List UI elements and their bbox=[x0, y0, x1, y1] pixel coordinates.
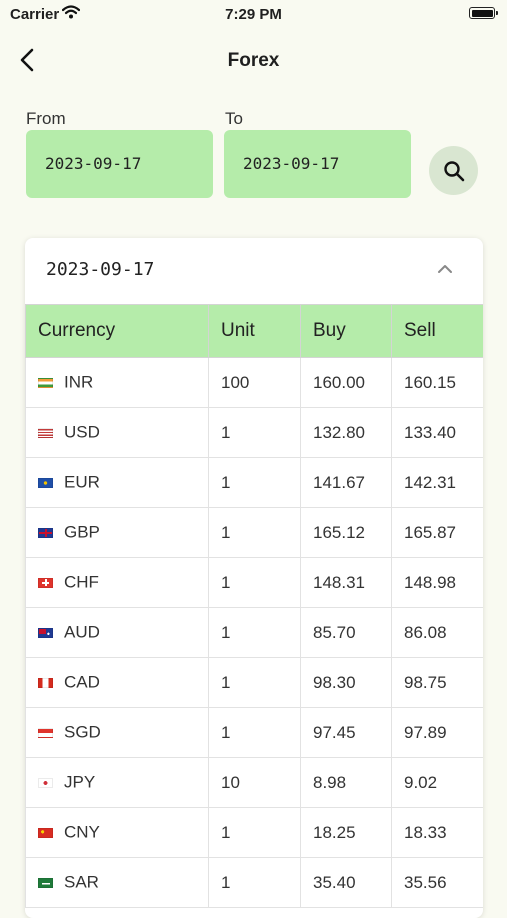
currency-code: SGD bbox=[64, 722, 101, 742]
currency-code: SAR bbox=[64, 872, 99, 892]
table-row: CAD 1 98.30 98.75 bbox=[25, 657, 483, 708]
sell-cell: 148.98 bbox=[391, 557, 483, 608]
rates-table: Currency Unit Buy Sell INR 100 160.00 160.1… bbox=[25, 304, 483, 908]
usa-flag-icon bbox=[38, 427, 53, 438]
buy-cell: 148.31 bbox=[300, 557, 392, 608]
unit-cell: 10 bbox=[208, 757, 301, 808]
sell-cell: 86.08 bbox=[391, 607, 483, 658]
sell-cell: 35.56 bbox=[391, 857, 483, 908]
table-row: INR 100 160.00 160.15 bbox=[25, 357, 483, 408]
buy-cell: 8.98 bbox=[300, 757, 392, 808]
buy-cell: 141.67 bbox=[300, 457, 392, 508]
battery-icon bbox=[469, 7, 498, 19]
uk-flag-icon bbox=[38, 527, 53, 538]
sell-cell: 98.75 bbox=[391, 657, 483, 708]
collapse-button[interactable] bbox=[437, 262, 453, 280]
sell-cell: 133.40 bbox=[391, 407, 483, 458]
to-label: To bbox=[225, 109, 243, 128]
card-header[interactable]: 2023-09-17 bbox=[25, 238, 483, 304]
australia-flag-icon bbox=[38, 627, 53, 638]
header-currency: Currency bbox=[25, 304, 209, 358]
buy-cell: 160.00 bbox=[300, 357, 392, 408]
header-unit: Unit bbox=[208, 304, 301, 358]
buy-cell: 165.12 bbox=[300, 507, 392, 558]
sell-cell: 9.02 bbox=[391, 757, 483, 808]
status-bar: Carrier 7:29 PM bbox=[0, 0, 507, 30]
currency-cell: INR bbox=[25, 357, 209, 408]
from-date-field[interactable]: 2023-09-17 bbox=[26, 130, 213, 198]
currency-cell: CAD bbox=[25, 657, 209, 708]
table-row: CNY 1 18.25 18.33 bbox=[25, 807, 483, 858]
currency-code: EUR bbox=[64, 472, 100, 492]
buy-cell: 98.30 bbox=[300, 657, 392, 708]
currency-code: CAD bbox=[64, 672, 100, 692]
currency-code: AUD bbox=[64, 622, 100, 642]
from-label: From bbox=[26, 109, 66, 128]
header-sell: Sell bbox=[391, 304, 483, 358]
canada-flag-icon bbox=[38, 677, 53, 688]
page-title: Forex bbox=[227, 50, 280, 71]
clock: 7:29 PM bbox=[225, 6, 282, 23]
japan-flag-icon bbox=[38, 777, 53, 788]
china-flag-icon bbox=[38, 827, 53, 838]
sell-cell: 18.33 bbox=[391, 807, 483, 858]
sell-cell: 142.31 bbox=[391, 457, 483, 508]
currency-cell: EUR bbox=[25, 457, 209, 508]
unit-cell: 1 bbox=[208, 457, 301, 508]
singapore-flag-icon bbox=[38, 727, 53, 738]
table-header-row: Currency Unit Buy Sell bbox=[25, 304, 483, 358]
table-row: JPY 10 8.98 9.02 bbox=[25, 757, 483, 808]
currency-code: USD bbox=[64, 422, 100, 442]
header-buy: Buy bbox=[300, 304, 392, 358]
sell-cell: 165.87 bbox=[391, 507, 483, 558]
switzerland-flag-icon bbox=[38, 577, 53, 588]
currency-code: JPY bbox=[64, 772, 96, 792]
currency-cell: GBP bbox=[25, 507, 209, 558]
unit-cell: 1 bbox=[208, 707, 301, 758]
currency-cell: SGD bbox=[25, 707, 209, 758]
search-button[interactable] bbox=[429, 146, 478, 195]
currency-cell: CNY bbox=[25, 807, 209, 858]
saudi-flag-icon bbox=[38, 877, 53, 888]
unit-cell: 100 bbox=[208, 357, 301, 408]
table-row: CHF 1 148.31 148.98 bbox=[25, 557, 483, 608]
currency-code: CHF bbox=[64, 572, 99, 592]
unit-cell: 1 bbox=[208, 857, 301, 908]
currency-cell: SAR bbox=[25, 857, 209, 908]
currency-cell: CHF bbox=[25, 557, 209, 608]
eu-flag-icon bbox=[38, 477, 53, 488]
to-date-field[interactable]: 2023-09-17 bbox=[224, 130, 411, 198]
currency-cell: AUD bbox=[25, 607, 209, 658]
rates-card: 2023-09-17 Currency Unit Buy Sell INR 100… bbox=[25, 238, 483, 918]
table-row: SGD 1 97.45 97.89 bbox=[25, 707, 483, 758]
currency-code: GBP bbox=[64, 522, 100, 542]
unit-cell: 1 bbox=[208, 807, 301, 858]
buy-cell: 132.80 bbox=[300, 407, 392, 458]
table-row: GBP 1 165.12 165.87 bbox=[25, 507, 483, 558]
unit-cell: 1 bbox=[208, 557, 301, 608]
sell-cell: 97.89 bbox=[391, 707, 483, 758]
india-flag-icon bbox=[38, 377, 53, 388]
nav-bar: Forex bbox=[0, 38, 507, 82]
table-row: SAR 1 35.40 35.56 bbox=[25, 857, 483, 908]
table-row: AUD 1 85.70 86.08 bbox=[25, 607, 483, 658]
currency-cell: JPY bbox=[25, 757, 209, 808]
unit-cell: 1 bbox=[208, 607, 301, 658]
table-row: USD 1 132.80 133.40 bbox=[25, 407, 483, 458]
sell-cell: 160.15 bbox=[391, 357, 483, 408]
currency-code: INR bbox=[64, 372, 94, 392]
buy-cell: 35.40 bbox=[300, 857, 392, 908]
unit-cell: 1 bbox=[208, 657, 301, 708]
chevron-up-icon bbox=[438, 265, 452, 273]
card-date: 2023-09-17 bbox=[46, 259, 155, 280]
buy-cell: 18.25 bbox=[300, 807, 392, 858]
buy-cell: 97.45 bbox=[300, 707, 392, 758]
unit-cell: 1 bbox=[208, 507, 301, 558]
table-row: EUR 1 141.67 142.31 bbox=[25, 457, 483, 508]
search-icon bbox=[443, 160, 464, 181]
buy-cell: 85.70 bbox=[300, 607, 392, 658]
currency-cell: USD bbox=[25, 407, 209, 458]
unit-cell: 1 bbox=[208, 407, 301, 458]
currency-code: CNY bbox=[64, 822, 100, 842]
